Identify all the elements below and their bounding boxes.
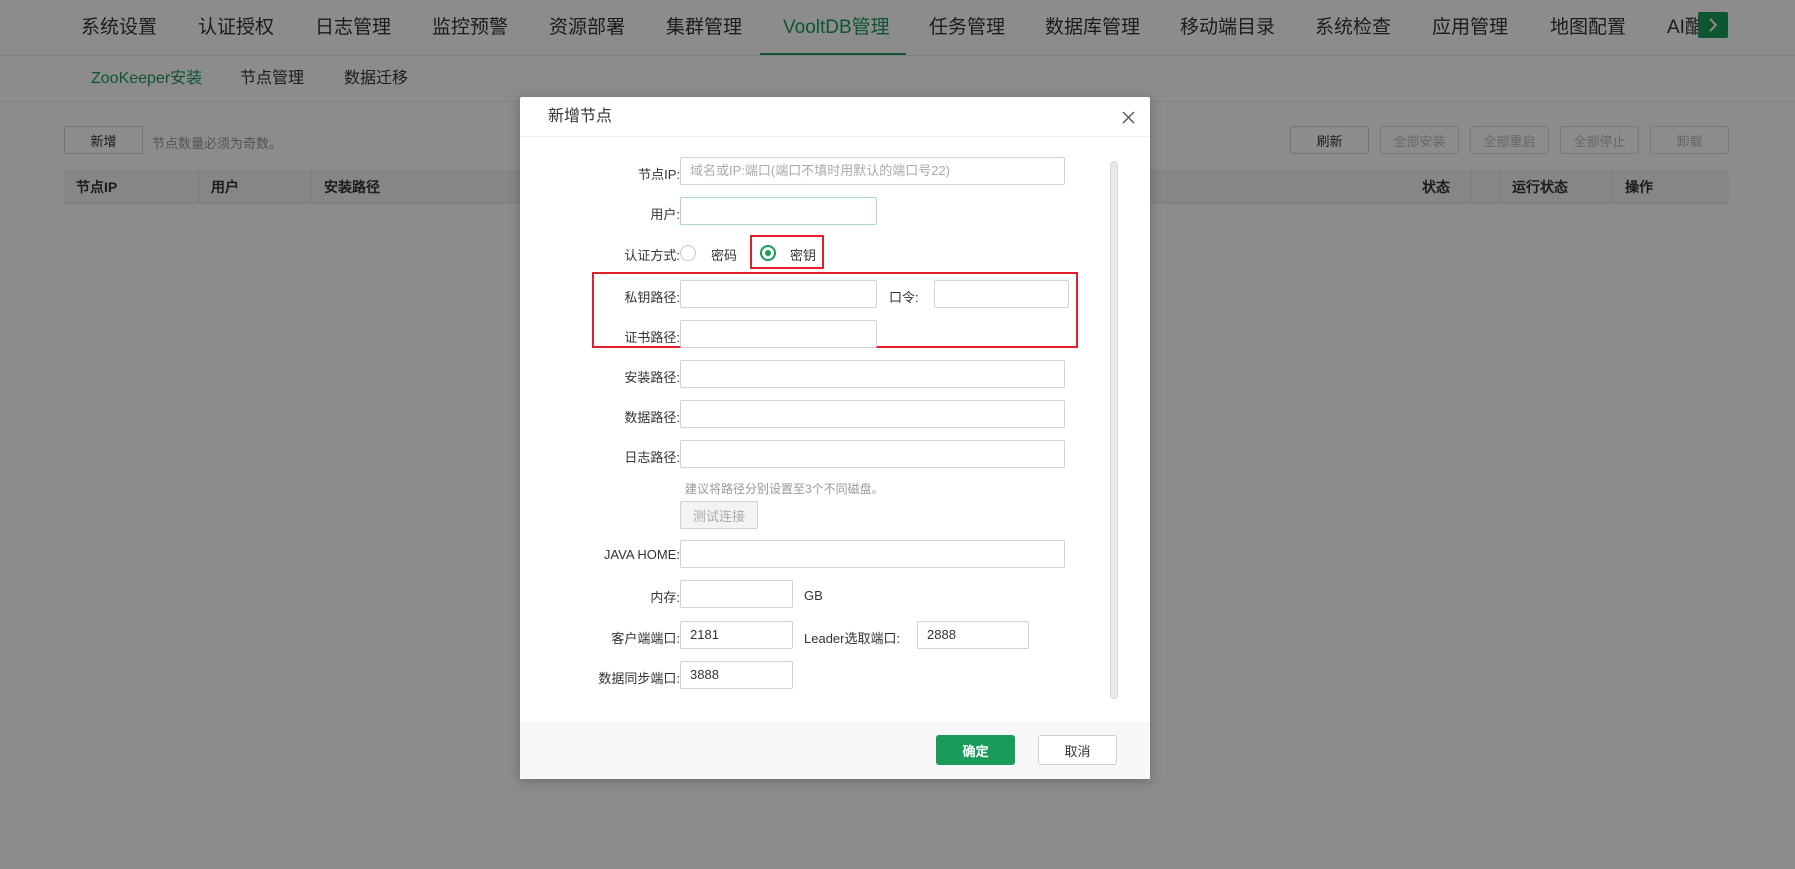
log-path-input[interactable] [680, 440, 1065, 468]
private-key-path-input[interactable] [680, 280, 877, 308]
leader-port-label: Leader选取端口: [804, 631, 901, 646]
java-home-input[interactable] [680, 540, 1065, 568]
test-connection-button[interactable]: 测试连接 [680, 501, 758, 529]
node-ip-label: 节点IP: [638, 167, 680, 182]
client-port-label: 客户端端口: [611, 631, 680, 646]
sync-port-label: 数据同步端口: [598, 671, 680, 686]
memory-unit: GB [804, 588, 823, 603]
cancel-button[interactable]: 取消 [1038, 735, 1117, 765]
install-path-input[interactable] [680, 360, 1065, 388]
sync-port-input[interactable]: 3888 [680, 661, 793, 689]
dialog-header: 新增节点 [520, 97, 1150, 137]
user-input[interactable] [680, 197, 877, 225]
cert-path-input[interactable] [680, 320, 877, 348]
dialog-body: 节点IP: 域名或IP:端口(端口不填时用默认的端口号22) 用户: 认证方式:… [520, 137, 1150, 722]
log-path-label: 日志路径: [624, 450, 680, 465]
auth-key-label[interactable]: 密钥 [790, 245, 816, 264]
passphrase-input[interactable] [934, 280, 1069, 308]
node-ip-input[interactable]: 域名或IP:端口(端口不填时用默认的端口号22) [680, 157, 1065, 185]
data-path-input[interactable] [680, 400, 1065, 428]
dialog-title: 新增节点 [548, 108, 613, 125]
cert-path-label: 证书路径: [624, 330, 680, 345]
private-key-path-label: 私钥路径: [624, 290, 680, 305]
user-label: 用户: [650, 207, 680, 222]
memory-input[interactable] [680, 580, 793, 608]
auth-method-label: 认证方式: [624, 248, 680, 263]
leader-port-input[interactable]: 2888 [917, 621, 1029, 649]
path-hint: 建议将路径分别设置至3个不同磁盘。 [685, 482, 884, 496]
auth-password-radio[interactable] [680, 245, 696, 261]
data-path-label: 数据路径: [624, 410, 680, 425]
auth-key-radio[interactable] [760, 245, 776, 261]
memory-label: 内存: [650, 590, 680, 605]
auth-password-label[interactable]: 密码 [711, 245, 737, 264]
client-port-input[interactable]: 2181 [680, 621, 793, 649]
dialog-scrollbar[interactable] [1110, 161, 1118, 699]
add-node-dialog: 新增节点 节点IP: 域名或IP:端口(端口不填时用默认的端口号22) 用户: … [520, 97, 1150, 779]
passphrase-label: 口令: [889, 290, 919, 305]
install-path-label: 安装路径: [624, 370, 680, 385]
close-button[interactable] [1116, 105, 1140, 129]
java-home-label: JAVA HOME: [603, 547, 680, 562]
close-icon [1122, 111, 1134, 123]
confirm-button[interactable]: 确定 [936, 735, 1015, 765]
